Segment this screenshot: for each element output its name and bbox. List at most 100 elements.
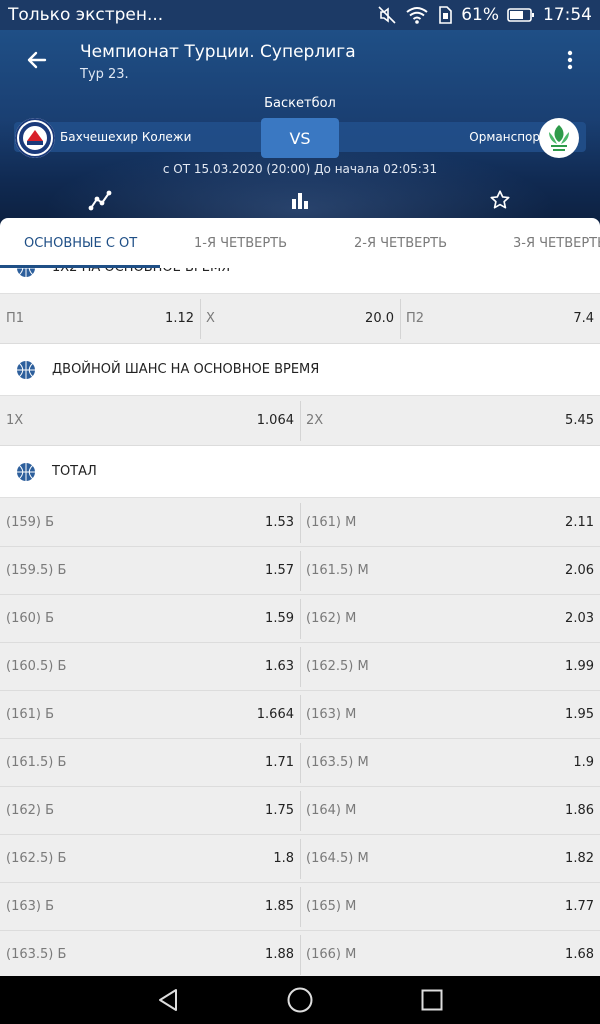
outcome-odds: 1.12 [165,311,194,326]
odds-row: 1Х 1.064 2Х 5.45 [0,397,600,446]
more-vert-icon [567,50,573,74]
odds-cell-over[interactable]: (163.5) Б 1.88 [0,931,300,976]
total-row: (161.5) Б 1.71 (163.5) М 1.9 [0,739,600,787]
star-icon [489,189,511,215]
odds-cell-under[interactable]: (164.5) М 1.82 [300,835,600,883]
outcome-odds: 1.664 [256,707,294,722]
outcome-odds: 1.86 [565,803,594,818]
outcome-label: Х [206,311,215,326]
outcome-odds: 1.064 [256,413,294,428]
outcome-label: (162.5) М [306,659,369,674]
odds-cell-under[interactable]: (164) М 1.86 [300,787,600,835]
outcome-label: (162) Б [6,803,55,818]
outcome-label: (163) М [306,707,357,722]
notification-text: Только экстрен... [8,5,164,25]
outcome-label: (164) М [306,803,357,818]
wifi-icon [405,5,429,25]
odds-cell-p1[interactable]: П1 1.12 [0,295,200,343]
nav-back-button[interactable] [154,988,182,1016]
odds-cell-over[interactable]: (159.5) Б 1.57 [0,547,300,595]
odds-cell-under[interactable]: (162.5) М 1.99 [300,643,600,691]
outcome-label: (161.5) М [306,563,369,578]
outcome-odds: 1.59 [265,611,294,626]
odds-cell-over[interactable]: (161) Б 1.664 [0,691,300,739]
outcome-odds: 1.8 [273,851,294,866]
outcome-label: (163.5) Б [6,947,67,962]
match-header: Чемпионат Турции. Суперлига Тур 23. Баск… [0,30,600,230]
outcome-label: 1Х [6,413,24,428]
mute-icon [377,5,397,25]
away-team-name: Орманспор [469,130,540,144]
markets-list[interactable]: 1Х2 НА ОСНОВНОЕ ВРЕМЯ П1 1.12 Х 20.0 П2 … [0,252,600,976]
basketball-icon [16,462,36,482]
square-recent-icon [421,989,443,1015]
home-team-name: Бахчешехир Колежи [60,130,192,144]
market-header-double-chance[interactable]: ДВОЙНОЙ ШАНС НА ОСНОВНОЕ ВРЕМЯ [0,344,600,396]
outcome-label: (159) Б [6,515,55,530]
odds-cell-under[interactable]: (163.5) М 1.9 [300,739,600,787]
line-stats-button[interactable] [86,188,114,216]
outcome-odds: 1.9 [573,755,594,770]
odds-cell-under[interactable]: (161) М 2.11 [300,499,600,547]
tab-quarter-1[interactable]: 1-Я ЧЕТВЕРТЬ [194,236,287,251]
arrow-left-icon [25,50,47,74]
nav-home-button[interactable] [286,987,314,1017]
battery-icon [507,7,535,23]
outcome-label: (163) Б [6,899,55,914]
total-row: (162) Б 1.75 (164) М 1.86 [0,787,600,835]
odds-cell-over[interactable]: (162) Б 1.75 [0,787,300,835]
odds-cell-over[interactable]: (159) Б 1.53 [0,499,300,547]
odds-cell-over[interactable]: (163) Б 1.85 [0,883,300,931]
vs-badge: VS [261,118,339,158]
market-header-total[interactable]: ТОТАЛ [0,446,600,498]
odds-cell-over[interactable]: (162.5) Б 1.8 [0,835,300,883]
outcome-label: П2 [406,311,425,326]
tab-quarter-2[interactable]: 2-Я ЧЕТВЕРТЬ [354,236,447,251]
odds-cell-under[interactable]: (161.5) М 2.06 [300,547,600,595]
period-tabs: ОСНОВНЫЕ С ОТ 1-Я ЧЕТВЕРТЬ 2-Я ЧЕТВЕРТЬ … [0,218,600,268]
odds-cell-under[interactable]: (162) М 2.03 [300,595,600,643]
bar-chart-icon [290,190,310,214]
total-row: (161) Б 1.664 (163) М 1.95 [0,691,600,739]
outcome-label: (166) М [306,947,357,962]
odds-row: П1 1.12 Х 20.0 П2 7.4 [0,295,600,344]
outcome-odds: 1.63 [265,659,294,674]
outcome-label: (164.5) М [306,851,369,866]
outcome-odds: 1.82 [565,851,594,866]
outcome-label: (159.5) Б [6,563,67,578]
outcome-odds: 1.77 [565,899,594,914]
outcome-odds: 1.57 [265,563,294,578]
overflow-menu-button[interactable] [558,50,582,74]
total-row: (160.5) Б 1.63 (162.5) М 1.99 [0,643,600,691]
total-row: (163) Б 1.85 (165) М 1.77 [0,883,600,931]
odds-cell-over[interactable]: (160) Б 1.59 [0,595,300,643]
odds-cell-2x[interactable]: 2Х 5.45 [300,397,600,445]
nav-recents-button[interactable] [418,988,446,1016]
tab-main-with-ot[interactable]: ОСНОВНЫЕ С ОТ [24,236,137,251]
outcome-odds: 1.99 [565,659,594,674]
odds-cell-1x[interactable]: 1Х 1.064 [0,397,300,445]
odds-cell-under[interactable]: (166) М 1.68 [300,931,600,976]
home-team-logo [15,118,55,158]
outcome-label: (161.5) Б [6,755,67,770]
outcome-odds: 1.95 [565,707,594,722]
odds-cell-x[interactable]: Х 20.0 [200,295,400,343]
sport-label: Баскетбол [264,96,336,111]
outcome-label: (161) М [306,515,357,530]
outcome-label: (162) М [306,611,357,626]
match-start-info: с ОТ 15.03.2020 (20:00) До начала 02:05:… [162,162,438,176]
outcome-label: (163.5) М [306,755,369,770]
status-icons: 61% 17:54 [377,5,592,25]
odds-cell-under[interactable]: (163) М 1.95 [300,691,600,739]
back-button[interactable] [18,48,54,76]
favorite-button[interactable] [486,188,514,216]
odds-cell-p2[interactable]: П2 7.4 [400,295,600,343]
odds-cell-over[interactable]: (161.5) Б 1.71 [0,739,300,787]
odds-cell-under[interactable]: (165) М 1.77 [300,883,600,931]
away-team-logo [539,118,579,158]
outcome-label: (160) Б [6,611,55,626]
tab-quarter-3[interactable]: 3-Я ЧЕТВЕРТЬ [513,236,600,251]
odds-cell-over[interactable]: (160.5) Б 1.63 [0,643,300,691]
circle-home-icon [287,987,313,1017]
bar-stats-button[interactable] [286,188,314,216]
